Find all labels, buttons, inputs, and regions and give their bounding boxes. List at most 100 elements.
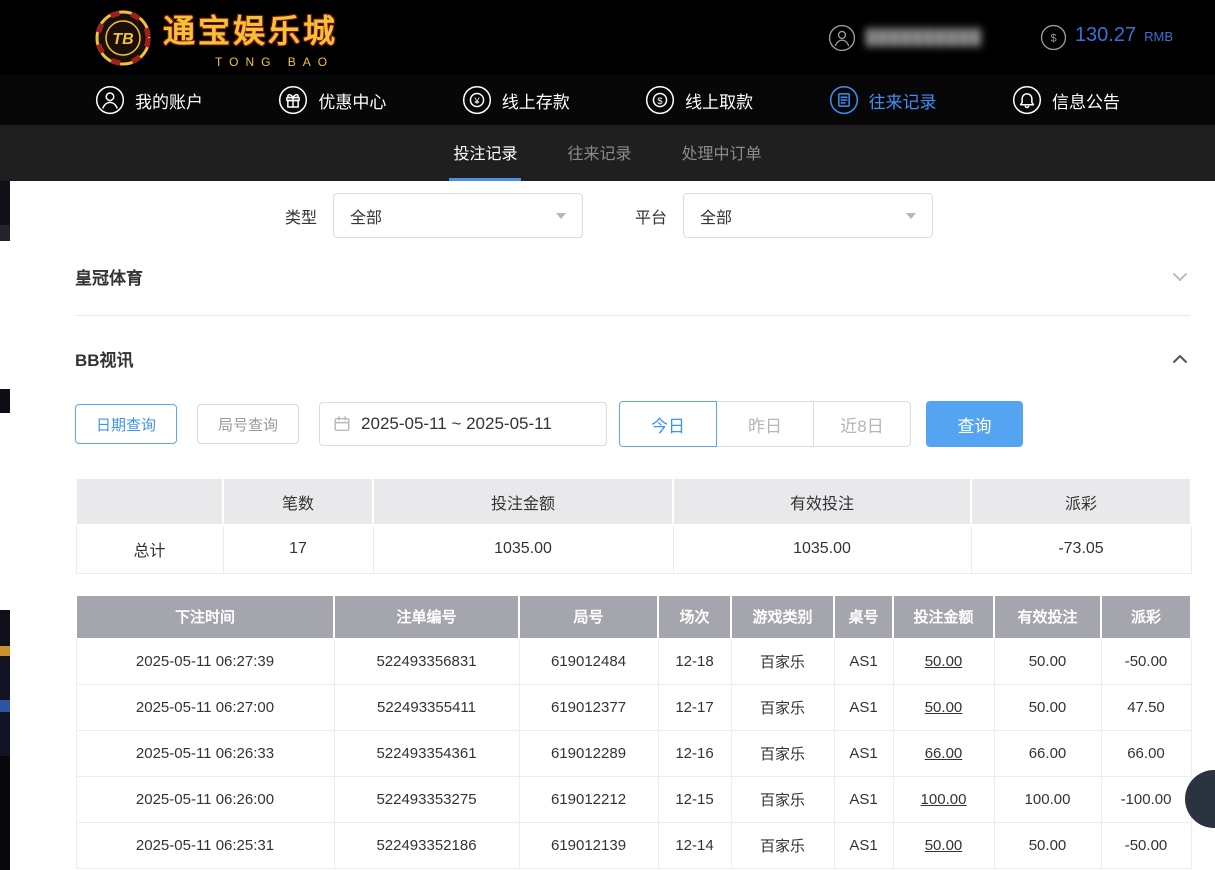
summary-header-row: 笔数 投注金额 有效投注 派彩 — [76, 478, 1191, 525]
cell-session: 12-14 — [658, 823, 731, 869]
col-bet-amount: 投注金额 — [893, 595, 994, 639]
withdraw-coin-icon: $ — [645, 85, 675, 115]
cell-table-no: AS1 — [834, 777, 893, 823]
svg-text:$: $ — [658, 96, 664, 106]
cell-round-no: 619012139 — [519, 823, 658, 869]
svg-text:$: $ — [1050, 33, 1056, 45]
summary-count: 17 — [223, 525, 373, 573]
cell-bet-time: 2025-05-11 06:27:39 — [76, 639, 334, 685]
cell-payout: -50.00 — [1101, 823, 1191, 869]
platform-select[interactable]: 全部 — [683, 193, 933, 238]
main-nav: 我的账户 优惠中心 ¥ 线上存款 $ 线上取款 往来记录 — [0, 75, 1215, 125]
summary-col-bet-amount: 投注金额 — [373, 478, 673, 525]
type-select[interactable]: 全部 — [333, 193, 583, 238]
chevron-icon[interactable] — [1170, 349, 1190, 369]
bet-table-header-row: 下注时间 注单编号 局号 场次 游戏类别 桌号 投注金额 有效投注 派彩 — [76, 595, 1191, 639]
bet-row: 2025-05-11 06:26:00522493353275619012212… — [76, 777, 1191, 823]
section-bb-video[interactable]: BB视讯 — [75, 316, 1190, 389]
svg-text:¥: ¥ — [473, 96, 480, 106]
cell-payout: -50.00 — [1101, 639, 1191, 685]
cell-table-no: AS1 — [834, 823, 893, 869]
nav-my-account[interactable]: 我的账户 — [95, 85, 203, 115]
search-button[interactable]: 查询 — [926, 401, 1023, 447]
tab-processing-orders[interactable]: 处理中订单 — [678, 125, 766, 181]
chevron-icon[interactable] — [1170, 267, 1190, 287]
nav-announcements[interactable]: 信息公告 — [1012, 85, 1120, 115]
nav-promotions[interactable]: 优惠中心 — [278, 85, 386, 115]
cell-game-type: 百家乐 — [731, 777, 834, 823]
bet-table: 下注时间 注单编号 局号 场次 游戏类别 桌号 投注金额 有效投注 派彩 202… — [75, 594, 1192, 870]
bet-row: 2025-05-11 06:27:00522493355411619012377… — [76, 685, 1191, 731]
deposit-coin-icon: ¥ — [462, 85, 492, 115]
cell-valid-bet: 66.00 — [994, 731, 1101, 777]
cell-bet-amount[interactable]: 66.00 — [893, 731, 994, 777]
main-content: 类型 全部 平台 全部 皇冠体育 BB视讯 日期查询 局号查询 — [0, 193, 1215, 869]
chevron-down-icon — [556, 213, 566, 224]
section-title: BB视讯 — [75, 346, 134, 371]
summary-total-row: 总计 17 1035.00 1035.00 -73.05 — [76, 525, 1191, 573]
date-shortcut-group: 今日 昨日 近8日 — [619, 401, 911, 447]
cell-valid-bet: 100.00 — [994, 777, 1101, 823]
tab-transaction-records[interactable]: 往来记录 — [563, 125, 635, 181]
cell-session: 12-15 — [658, 777, 731, 823]
cell-payout: -100.00 — [1101, 777, 1191, 823]
cell-bet-id: 522493353275 — [334, 777, 519, 823]
cell-table-no: AS1 — [834, 639, 893, 685]
nav-records[interactable]: 往来记录 — [829, 85, 937, 115]
balance-currency: RMB — [1144, 29, 1173, 44]
records-icon — [829, 85, 859, 115]
cell-valid-bet: 50.00 — [994, 823, 1101, 869]
section-title: 皇冠体育 — [75, 264, 143, 289]
cell-bet-time: 2025-05-11 06:26:33 — [76, 731, 334, 777]
nav-label: 往来记录 — [869, 88, 937, 113]
cell-payout: 66.00 — [1101, 731, 1191, 777]
bell-icon — [1012, 85, 1042, 115]
nav-deposit[interactable]: ¥ 线上存款 — [462, 85, 570, 115]
today-button[interactable]: 今日 — [619, 401, 717, 447]
round-query-button[interactable]: 局号查询 — [197, 404, 299, 444]
cell-round-no: 619012289 — [519, 731, 658, 777]
date-query-button[interactable]: 日期查询 — [75, 404, 177, 444]
cell-session: 12-17 — [658, 685, 731, 731]
col-payout: 派彩 — [1101, 595, 1191, 639]
cell-game-type: 百家乐 — [731, 823, 834, 869]
user-account[interactable]: ██████████ — [828, 24, 982, 52]
last8days-button[interactable]: 近8日 — [813, 401, 911, 447]
dollar-icon: $ — [1040, 24, 1067, 51]
cell-bet-amount[interactable]: 50.00 — [893, 685, 994, 731]
bet-row: 2025-05-11 06:25:31522493352186619012139… — [76, 823, 1191, 869]
summary-col-payout: 派彩 — [971, 478, 1191, 525]
summary-bet-amount: 1035.00 — [373, 525, 673, 573]
bet-table-body: 2025-05-11 06:27:39522493356831619012484… — [76, 639, 1191, 869]
cell-table-no: AS1 — [834, 731, 893, 777]
section-crown-sports[interactable]: 皇冠体育 — [75, 238, 1190, 316]
yesterday-button[interactable]: 昨日 — [716, 401, 814, 447]
nav-label: 我的账户 — [135, 88, 203, 113]
query-row: 日期查询 局号查询 2025-05-11 ~ 2025-05-11 今日 昨日 … — [75, 401, 1190, 447]
cell-session: 12-18 — [658, 639, 731, 685]
balance[interactable]: $ 130.27 RMB — [1040, 24, 1173, 51]
summary-col-empty — [76, 478, 223, 525]
user-avatar-icon — [828, 24, 856, 52]
col-session: 场次 — [658, 595, 731, 639]
cell-round-no: 619012212 — [519, 777, 658, 823]
cell-bet-amount[interactable]: 100.00 — [893, 777, 994, 823]
col-table-no: 桌号 — [834, 595, 893, 639]
nav-label: 信息公告 — [1052, 88, 1120, 113]
chevron-down-icon — [906, 213, 916, 224]
site-logo[interactable]: TB 通宝娱乐城 TONG BAO — [95, 6, 338, 69]
tab-bet-records[interactable]: 投注记录 — [449, 125, 521, 181]
cell-valid-bet: 50.00 — [994, 685, 1101, 731]
date-range-input[interactable]: 2025-05-11 ~ 2025-05-11 — [319, 402, 607, 446]
nav-withdrawal[interactable]: $ 线上取款 — [645, 85, 753, 115]
platform-select-value: 全部 — [700, 204, 732, 228]
nav-label: 优惠中心 — [318, 88, 386, 113]
nav-label: 线上存款 — [502, 88, 570, 113]
cell-bet-id: 522493356831 — [334, 639, 519, 685]
calendar-icon — [333, 415, 351, 433]
cell-bet-time: 2025-05-11 06:27:00 — [76, 685, 334, 731]
cell-bet-amount[interactable]: 50.00 — [893, 823, 994, 869]
cell-bet-amount[interactable]: 50.00 — [893, 639, 994, 685]
cell-game-type: 百家乐 — [731, 731, 834, 777]
cell-game-type: 百家乐 — [731, 639, 834, 685]
